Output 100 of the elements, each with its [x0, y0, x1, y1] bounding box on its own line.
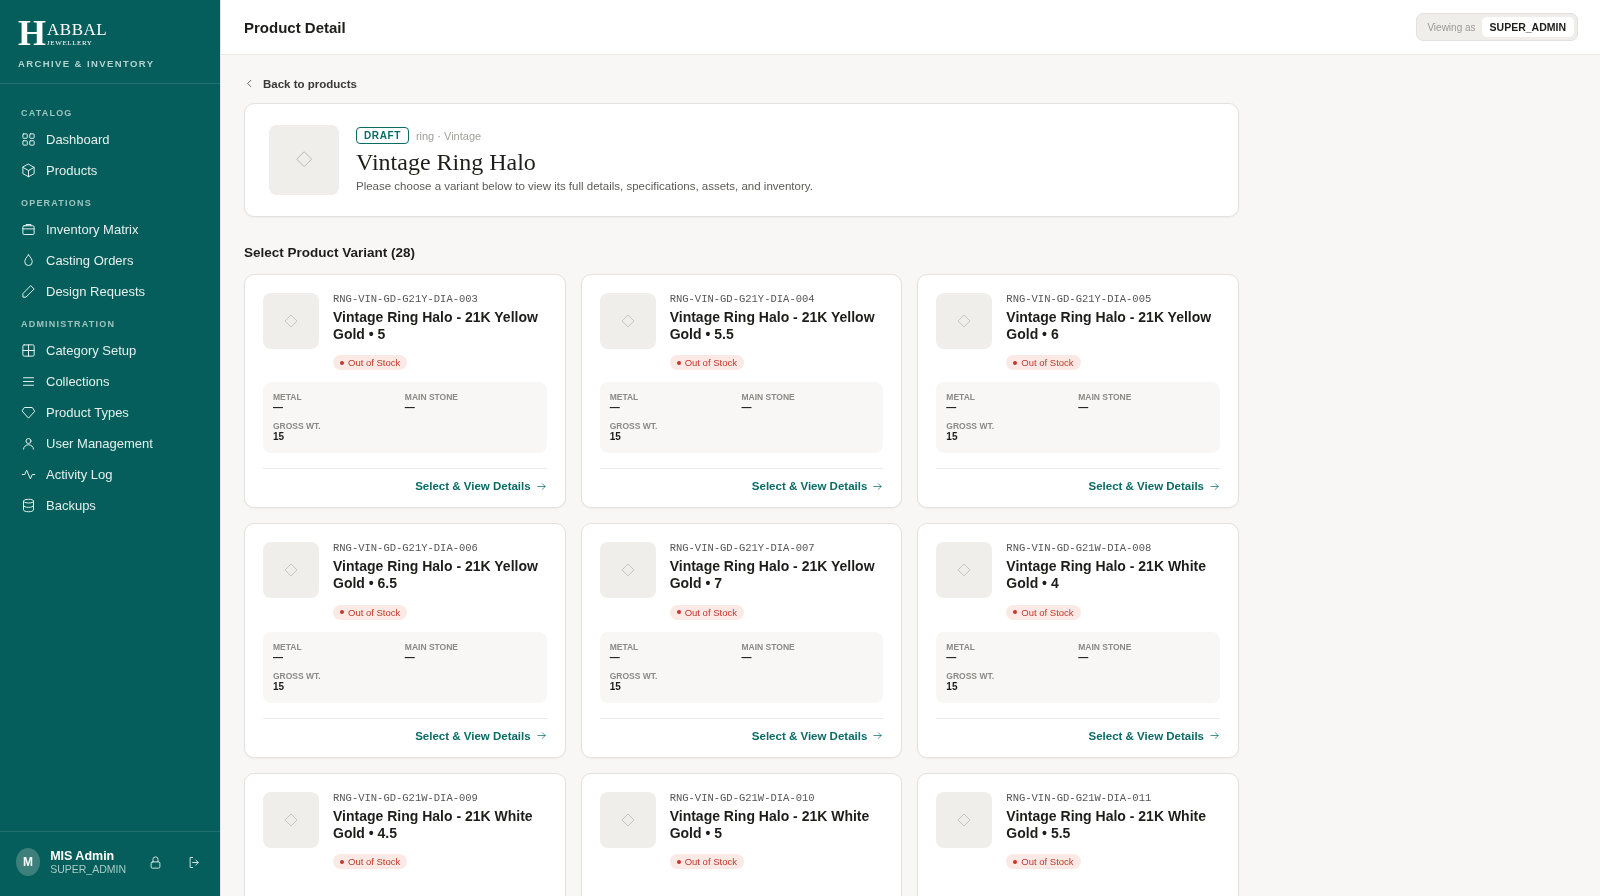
spec-value: — [1078, 651, 1090, 664]
variant-name: Vintage Ring Halo - 21K Yellow Gold • 7 [669, 558, 876, 592]
spec-value: — [609, 402, 621, 414]
variant-sku: RNG-VIN-GD-G21W-DIA-008 [1006, 542, 1153, 554]
brand-tagline: ARCHIVE & INVENTORY [18, 58, 155, 69]
product-meta: ring · Vintage [415, 129, 482, 142]
variant-sku: RNG-VIN-GD-G21Y-DIA-007 [669, 542, 816, 554]
stock-badge: Out of Stock [669, 604, 744, 620]
nav-item[interactable]: Activity Log [8, 459, 212, 490]
activity-icon [21, 467, 36, 482]
spec-label: MAIN STONE [404, 641, 460, 652]
stock-badge: Out of Stock [669, 854, 744, 869]
variant-sku: RNG-VIN-GD-G21W-DIA-009 [333, 791, 479, 804]
spec-value: — [741, 402, 753, 414]
nav-section-title: OPERATIONS [20, 197, 93, 210]
view-details-link[interactable]: Select & View Details [751, 729, 884, 742]
role-chip: SUPER_ADMIN [1481, 17, 1574, 37]
spec-value: — [273, 651, 284, 664]
database-icon [21, 498, 36, 513]
variant-name: Vintage Ring Halo - 21K White Gold • 5 [669, 807, 871, 842]
spec-label: METAL [946, 392, 976, 402]
stock-badge: Out of Stock [669, 355, 744, 370]
view-details-link[interactable]: Select & View Details [415, 729, 547, 742]
variant-name: Vintage Ring Halo - 21K White Gold • 5.5 [1006, 807, 1207, 842]
arrow-right-icon [535, 730, 547, 741]
nav-item[interactable]: Category Setup [8, 335, 212, 366]
spec-label: MAIN STONE [741, 641, 796, 652]
stock-badge: Out of Stock [1006, 604, 1081, 620]
spec-value: — [404, 402, 416, 414]
view-details-link[interactable]: Select & View Details [415, 480, 547, 492]
nav-item[interactable]: Product Types [8, 397, 212, 428]
spec-label: MAIN STONE [1078, 392, 1133, 402]
briefcase-icon [21, 222, 36, 237]
diamond-icon [282, 561, 300, 579]
nav-item[interactable]: Collections [8, 366, 212, 397]
variant-name: Vintage Ring Halo - 21K White Gold • 4 [1006, 558, 1207, 592]
spec-label: GROSS WT. [946, 670, 996, 681]
viewing-label: Viewing as [1427, 21, 1476, 33]
nav-item[interactable]: Backups [8, 490, 212, 521]
spec-label: METAL [273, 392, 303, 402]
back-link[interactable]: Back to products [244, 77, 357, 90]
variant-sku: RNG-VIN-GD-G21Y-DIA-003 [333, 292, 479, 305]
product-title: Vintage Ring Halo [356, 149, 537, 176]
user-name: MIS Admin [50, 849, 115, 863]
nav-item[interactable]: Design Requests [8, 276, 212, 307]
spec-label: MAIN STONE [404, 392, 460, 402]
stock-badge: Out of Stock [333, 604, 408, 620]
view-details-link[interactable]: Select & View Details [1088, 480, 1220, 492]
spec-value: — [404, 651, 416, 664]
spec-label: GROSS WT. [946, 421, 996, 431]
spec-label: GROSS WT. [273, 670, 322, 681]
status-badge: DRAFT [356, 127, 409, 144]
nav-section-title: ADMINISTRATION [20, 318, 117, 331]
spec-value: — [1078, 402, 1090, 414]
spec-value: 15 [273, 431, 286, 443]
variant-sku: RNG-VIN-GD-G21Y-DIA-005 [1006, 292, 1153, 305]
spec-value: — [609, 651, 621, 664]
spec-label: GROSS WT. [609, 670, 659, 681]
drop-icon [21, 253, 36, 268]
stock-badge: Out of Stock [333, 854, 408, 869]
stock-badge: Out of Stock [1006, 355, 1081, 370]
arrow-right-icon [1209, 730, 1220, 741]
stock-badge: Out of Stock [1006, 854, 1081, 869]
spec-value: 15 [609, 431, 622, 443]
nav-item[interactable]: User Management [8, 428, 212, 459]
user-role: SUPER_ADMIN [50, 863, 126, 875]
diamond-icon [21, 405, 36, 420]
variant-sku: RNG-VIN-GD-G21Y-DIA-006 [333, 542, 479, 554]
menu-icon [21, 374, 36, 389]
variant-name: Vintage Ring Halo - 21K Yellow Gold • 6.5 [333, 558, 539, 592]
nav-item[interactable]: Casting Orders [8, 245, 212, 276]
spec-value: 15 [273, 680, 286, 693]
view-details-link[interactable]: Select & View Details [751, 480, 884, 492]
spec-label: METAL [273, 641, 303, 652]
logout-icon [187, 854, 202, 870]
nav-item[interactable]: Dashboard [8, 124, 212, 155]
spec-value: — [946, 651, 958, 664]
stock-badge: Out of Stock [333, 355, 408, 370]
arrow-right-icon [1209, 480, 1220, 492]
variant-sku: RNG-VIN-GD-G21W-DIA-011 [1006, 791, 1153, 804]
spec-label: METAL [609, 392, 640, 402]
nav-section-title: CATALOG [20, 107, 74, 120]
nav-item[interactable]: Inventory Matrix [8, 214, 212, 245]
section-title: Select Product Variant (28) [244, 244, 417, 260]
arrow-right-icon [535, 480, 547, 492]
view-details-link[interactable]: Select & View Details [1088, 729, 1220, 742]
product-description: Please choose a variant below to view its full details, specifications, assets, and inventory. [356, 180, 813, 192]
spec-label: GROSS WT. [273, 421, 322, 431]
pencil-icon [21, 284, 36, 299]
spec-label: METAL [609, 641, 640, 652]
user-icon [21, 436, 36, 451]
spec-label: MAIN STONE [741, 392, 796, 402]
arrow-right-icon [872, 730, 884, 741]
spec-value: 15 [609, 680, 622, 693]
variant-name: Vintage Ring Halo - 21K White Gold • 4.5 [333, 807, 534, 842]
spec-label: METAL [946, 641, 976, 652]
variant-name: Vintage Ring Halo - 21K Yellow Gold • 5 [333, 308, 539, 343]
nav-item[interactable]: Products [8, 155, 212, 186]
spec-value: — [273, 402, 284, 414]
grid-icon [21, 343, 36, 358]
